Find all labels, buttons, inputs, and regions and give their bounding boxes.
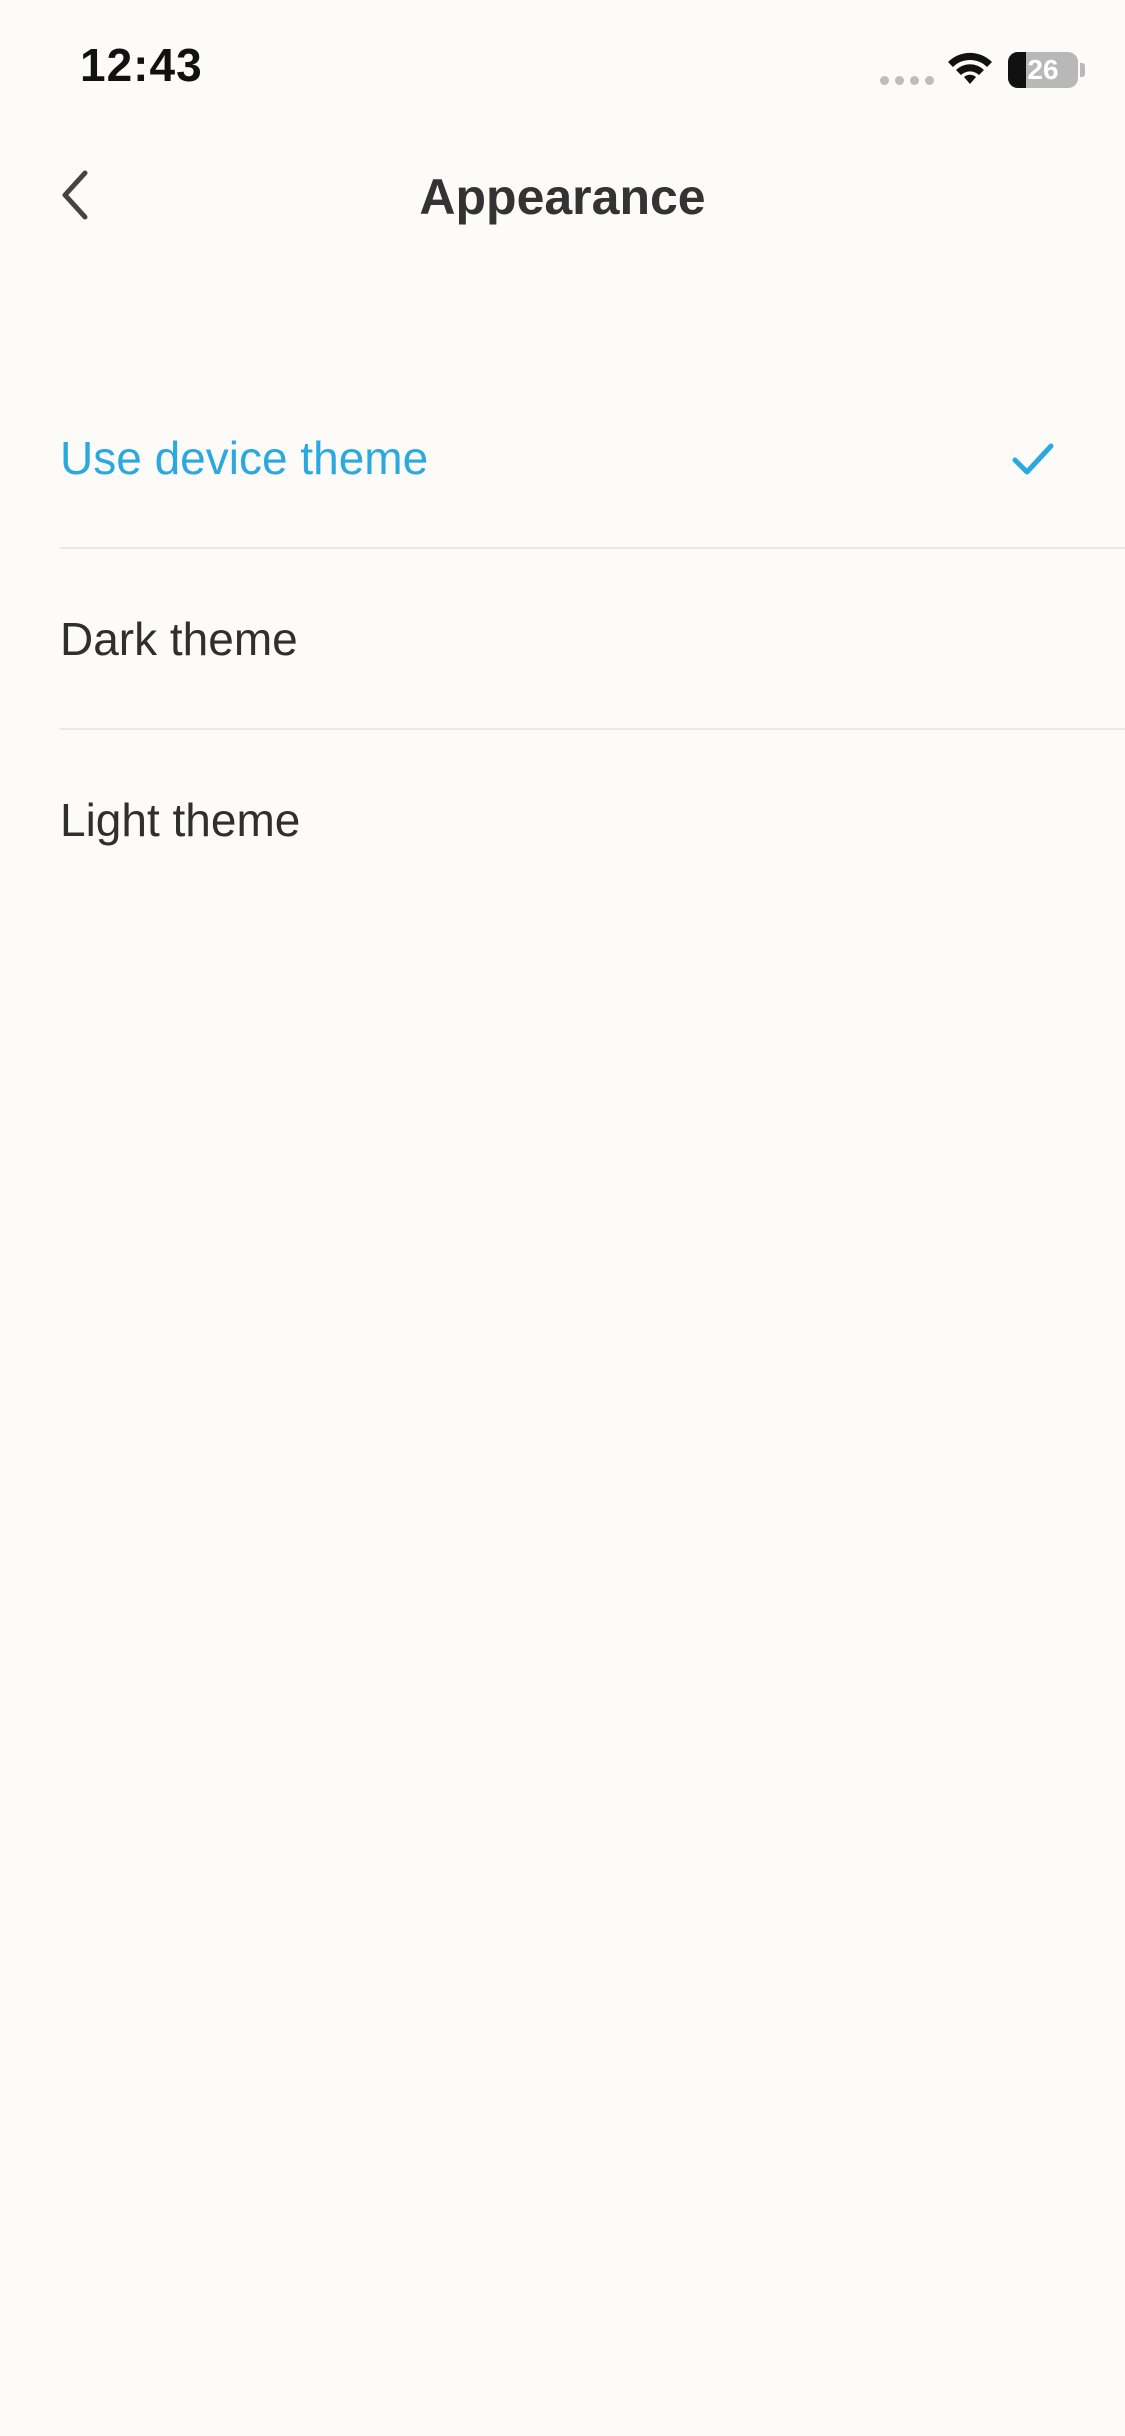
- option-label: Dark theme: [60, 613, 298, 665]
- page-title: Appearance: [419, 169, 706, 225]
- option-label: Light theme: [60, 794, 301, 846]
- battery-cap: [1080, 63, 1085, 77]
- theme-options-list: Use device theme Dark theme Light theme: [0, 368, 1125, 911]
- status-bar: 12:43 26: [0, 0, 1125, 140]
- battery-icon: 26: [1008, 52, 1078, 88]
- battery-level: 26: [1027, 54, 1059, 85]
- status-time: 12:43: [80, 39, 203, 91]
- option-dark-theme[interactable]: Dark theme: [0, 549, 1125, 730]
- nav-header: Appearance: [0, 140, 1125, 255]
- wifi-icon: [948, 52, 992, 84]
- signal-icon: [880, 76, 934, 85]
- option-light-theme[interactable]: Light theme: [0, 730, 1125, 911]
- appearance-screen: 12:43 26 Appearance Use device theme Dar…: [0, 0, 1125, 2436]
- option-label: Use device theme: [60, 432, 429, 484]
- option-use-device-theme[interactable]: Use device theme: [0, 368, 1125, 549]
- checkmark-icon: [1012, 443, 1054, 475]
